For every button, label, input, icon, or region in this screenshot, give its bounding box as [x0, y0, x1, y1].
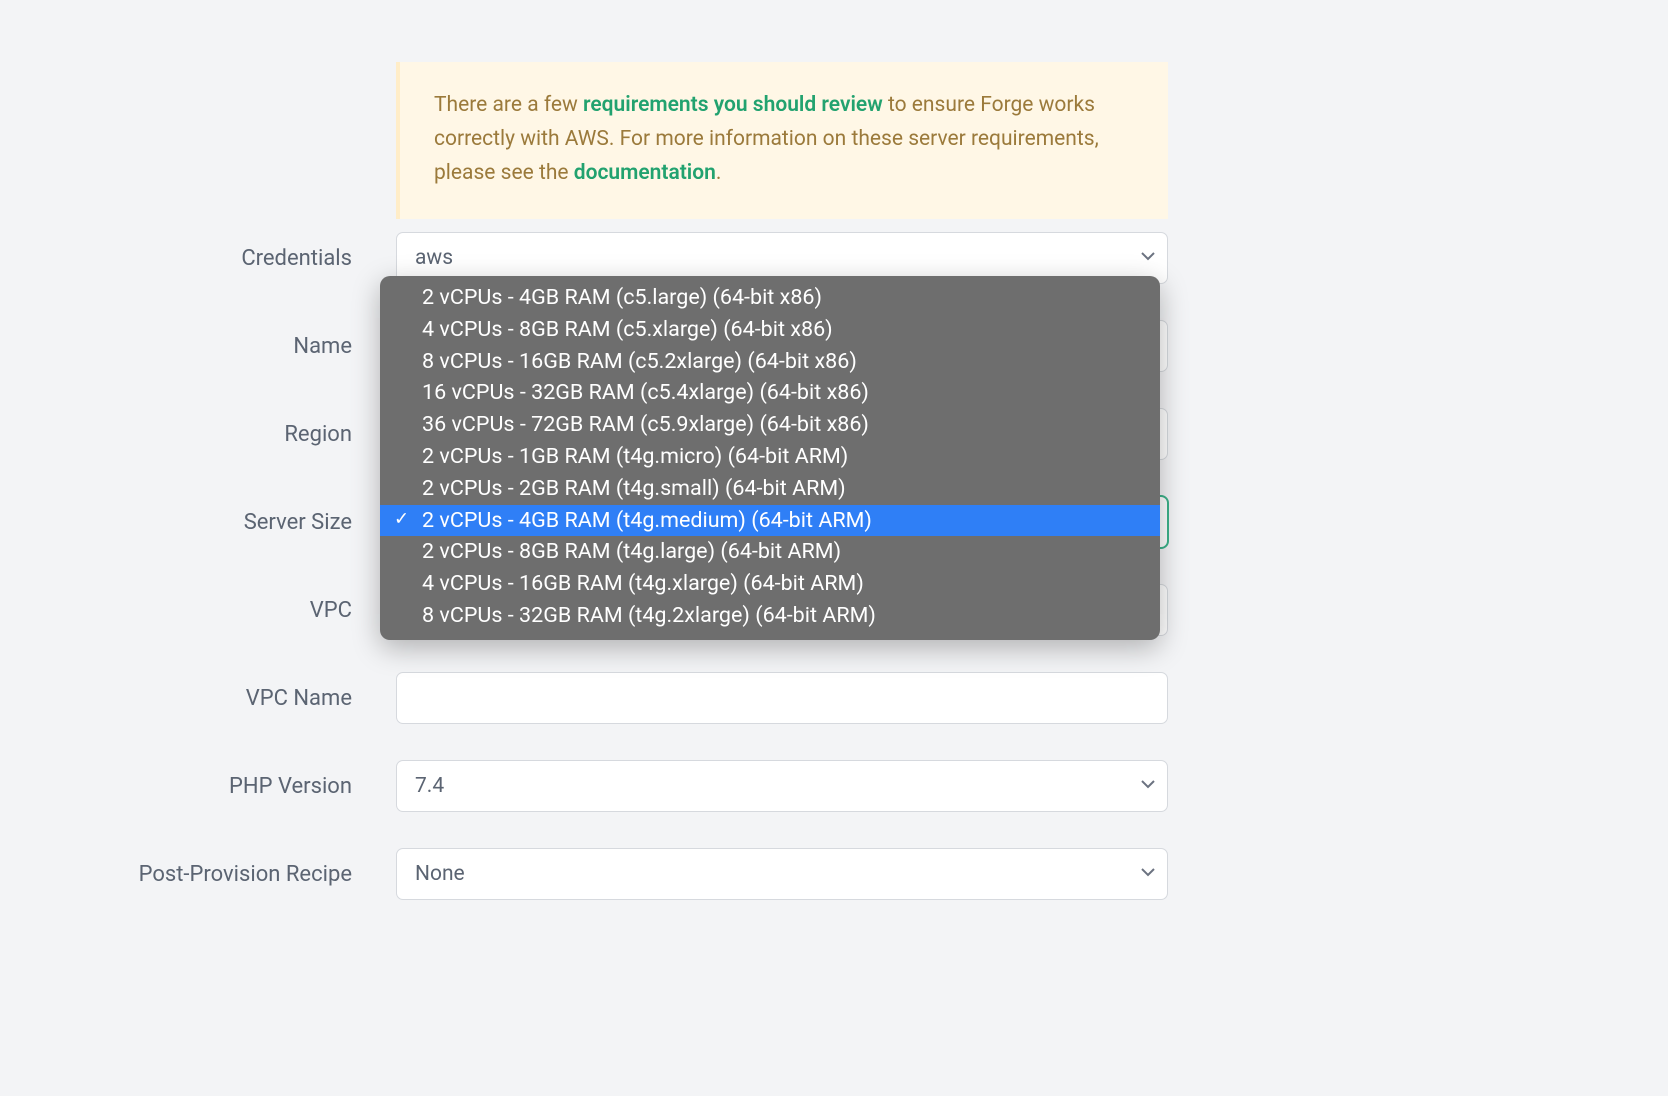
post-provision-recipe-select[interactable]: None	[396, 848, 1168, 900]
label-php-version: PHP Version	[0, 774, 396, 799]
php-version-select-value: 7.4	[415, 774, 444, 798]
server-size-option[interactable]: 4 vCPUs - 16GB RAM (t4g.xlarge) (64-bit …	[380, 568, 1160, 600]
server-size-option-label: 2 vCPUs - 8GB RAM (t4g.large) (64-bit AR…	[422, 536, 841, 568]
server-size-option[interactable]: ✓ 2 vCPUs - 4GB RAM (t4g.medium) (64-bit …	[380, 505, 1160, 537]
notice-text-prefix: There are a few	[434, 93, 583, 117]
server-size-option[interactable]: 8 vCPUs - 32GB RAM (t4g.2xlarge) (64-bit…	[380, 600, 1160, 632]
server-size-option-label: 2 vCPUs - 4GB RAM (t4g.medium) (64-bit A…	[422, 505, 872, 537]
label-region: Region	[0, 422, 396, 447]
server-size-option[interactable]: 8 vCPUs - 16GB RAM (c5.2xlarge) (64-bit …	[380, 346, 1160, 378]
server-size-option[interactable]: 36 vCPUs - 72GB RAM (c5.9xlarge) (64-bit…	[380, 409, 1160, 441]
server-size-option[interactable]: 4 vCPUs - 8GB RAM (c5.xlarge) (64-bit x8…	[380, 314, 1160, 346]
label-vpc: VPC	[0, 598, 396, 623]
vpc-name-input[interactable]	[396, 672, 1168, 724]
check-icon: ✓	[394, 507, 409, 534]
server-size-option-label: 2 vCPUs - 2GB RAM (t4g.small) (64-bit AR…	[422, 473, 846, 505]
requirements-link[interactable]: requirements you should review	[583, 93, 883, 117]
php-version-select[interactable]: 7.4	[396, 760, 1168, 812]
credentials-select-value: aws	[415, 246, 453, 270]
label-credentials: Credentials	[0, 246, 396, 271]
label-server-size: Server Size	[0, 510, 396, 535]
notice-text-suffix: .	[716, 161, 722, 185]
server-size-option[interactable]: 2 vCPUs - 2GB RAM (t4g.small) (64-bit AR…	[380, 473, 1160, 505]
post-provision-recipe-select-value: None	[415, 862, 465, 886]
row-post-provision-recipe: Post-Provision Recipe None	[0, 848, 1168, 900]
server-size-dropdown[interactable]: 2 vCPUs - 4GB RAM (c5.large) (64-bit x86…	[380, 276, 1160, 640]
label-vpc-name: VPC Name	[0, 686, 396, 711]
server-size-option-label: 36 vCPUs - 72GB RAM (c5.9xlarge) (64-bit…	[422, 409, 869, 441]
server-size-option[interactable]: 16 vCPUs - 32GB RAM (c5.4xlarge) (64-bit…	[380, 377, 1160, 409]
row-php-version: PHP Version 7.4	[0, 760, 1168, 812]
server-size-option[interactable]: 2 vCPUs - 8GB RAM (t4g.large) (64-bit AR…	[380, 536, 1160, 568]
server-size-option[interactable]: 2 vCPUs - 4GB RAM (c5.large) (64-bit x86…	[380, 282, 1160, 314]
server-size-option-label: 2 vCPUs - 1GB RAM (t4g.micro) (64-bit AR…	[422, 441, 848, 473]
server-size-option-label: 16 vCPUs - 32GB RAM (c5.4xlarge) (64-bit…	[422, 377, 869, 409]
server-size-option-label: 4 vCPUs - 8GB RAM (c5.xlarge) (64-bit x8…	[422, 314, 833, 346]
label-name: Name	[0, 334, 396, 359]
label-post-provision-recipe: Post-Provision Recipe	[0, 862, 396, 887]
server-size-option[interactable]: 2 vCPUs - 1GB RAM (t4g.micro) (64-bit AR…	[380, 441, 1160, 473]
server-size-option-label: 2 vCPUs - 4GB RAM (c5.large) (64-bit x86…	[422, 282, 822, 314]
server-size-option-label: 4 vCPUs - 16GB RAM (t4g.xlarge) (64-bit …	[422, 568, 864, 600]
server-size-option-label: 8 vCPUs - 32GB RAM (t4g.2xlarge) (64-bit…	[422, 600, 876, 632]
server-size-option-label: 8 vCPUs - 16GB RAM (c5.2xlarge) (64-bit …	[422, 346, 857, 378]
documentation-link[interactable]: documentation	[574, 161, 716, 185]
row-vpc-name: VPC Name	[0, 672, 1168, 724]
aws-requirements-notice: There are a few requirements you should …	[396, 62, 1168, 219]
